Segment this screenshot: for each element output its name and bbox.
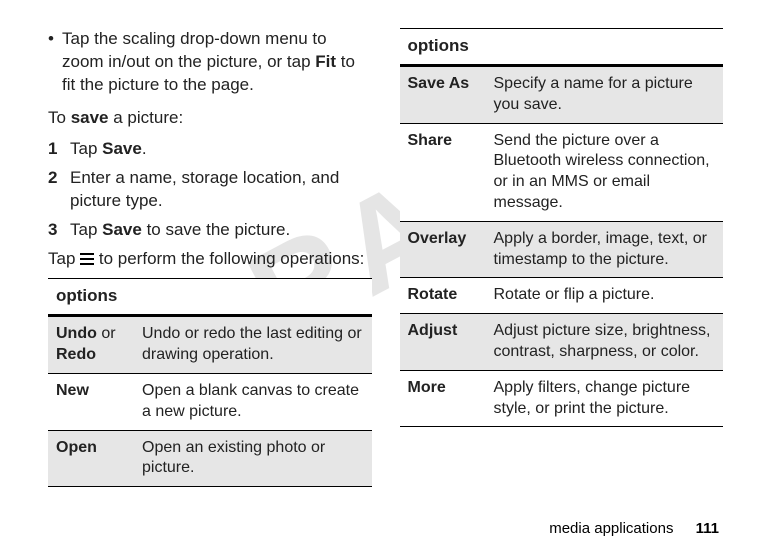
save-intro: To save a picture: (48, 107, 372, 130)
page-footer: media applications 111 (549, 520, 719, 537)
table-row: Open Open an existing photo or picture. (48, 430, 372, 487)
text: Tap (70, 220, 102, 239)
bullet-text: Tap the scaling drop-down menu to zoom i… (62, 28, 372, 97)
table-row: Overlay Apply a border, image, text, or … (400, 221, 724, 278)
right-column: options Save As Specify a name for a pic… (400, 28, 724, 427)
redo-label: Redo (56, 346, 96, 363)
save-word: save (71, 108, 109, 127)
option-key: Open (48, 430, 134, 487)
page-number: 111 (696, 520, 719, 537)
option-desc: Adjust picture size, brightness, contras… (486, 314, 724, 371)
bullet-item: Tap the scaling drop-down menu to zoom i… (48, 28, 372, 97)
option-key: Adjust (400, 314, 486, 371)
undo-label: Undo (56, 325, 97, 342)
option-desc: Undo or redo the last editing or drawing… (134, 316, 372, 374)
option-desc: Apply filters, change picture style, or … (486, 370, 724, 427)
option-key: More (400, 370, 486, 427)
menu-icon (80, 253, 94, 265)
step-text: Tap Save to save the picture. (70, 219, 372, 242)
options-header: options (400, 29, 724, 66)
step-number: 2 (48, 167, 70, 213)
table-row: Undo or Redo Undo or redo the last editi… (48, 316, 372, 374)
table-row: Share Send the picture over a Bluetooth … (400, 123, 724, 221)
table-row: More Apply filters, change picture style… (400, 370, 724, 427)
step-1: 1 Tap Save. (48, 138, 372, 161)
columns: Tap the scaling drop-down menu to zoom i… (48, 28, 723, 487)
step-2: 2 Enter a name, storage location, and pi… (48, 167, 372, 213)
text: Tap the scaling drop-down menu to zoom i… (62, 29, 327, 71)
table-row: Adjust Adjust picture size, brightness, … (400, 314, 724, 371)
text: to perform the following operations: (99, 249, 365, 268)
option-desc: Open an existing photo or picture. (134, 430, 372, 487)
option-desc: Send the picture over a Bluetooth wirele… (486, 123, 724, 221)
table-row: Save As Specify a name for a picture you… (400, 65, 724, 123)
option-desc: Rotate or flip a picture. (486, 278, 724, 314)
step-number: 3 (48, 219, 70, 242)
option-key: Save As (400, 65, 486, 123)
save-label: Save (102, 220, 142, 239)
step-text: Enter a name, storage location, and pict… (70, 167, 372, 213)
step-3: 3 Tap Save to save the picture. (48, 219, 372, 242)
bullet-icon (48, 28, 62, 97)
text: Tap (70, 139, 102, 158)
page: DRAFT Tap the scaling drop-down menu to … (0, 0, 759, 549)
option-desc: Apply a border, image, text, or timestam… (486, 221, 724, 278)
option-desc: Specify a name for a picture you save. (486, 65, 724, 123)
options-table-left: options Undo or Redo Undo or redo the la… (48, 278, 372, 487)
option-key: Undo or Redo (48, 316, 134, 374)
fit-label: Fit (315, 52, 336, 71)
option-desc: Open a blank canvas to create a new pict… (134, 373, 372, 430)
option-key: Share (400, 123, 486, 221)
text: . (142, 139, 147, 158)
text: To (48, 108, 71, 127)
left-column: Tap the scaling drop-down menu to zoom i… (48, 28, 372, 487)
options-table-right: options Save As Specify a name for a pic… (400, 28, 724, 427)
tap-menu-line: Tap to perform the following operations: (48, 248, 372, 271)
text: to save the picture. (142, 220, 290, 239)
option-key: New (48, 373, 134, 430)
table-row: Rotate Rotate or flip a picture. (400, 278, 724, 314)
text: or (97, 325, 116, 342)
option-key: Rotate (400, 278, 486, 314)
text: Tap (48, 249, 80, 268)
table-row: New Open a blank canvas to create a new … (48, 373, 372, 430)
text: a picture: (109, 108, 184, 127)
table-header-row: options (48, 279, 372, 316)
section-title: media applications (549, 520, 673, 537)
options-header: options (48, 279, 372, 316)
step-text: Tap Save. (70, 138, 372, 161)
table-header-row: options (400, 29, 724, 66)
step-number: 1 (48, 138, 70, 161)
save-label: Save (102, 139, 142, 158)
option-key: Overlay (400, 221, 486, 278)
